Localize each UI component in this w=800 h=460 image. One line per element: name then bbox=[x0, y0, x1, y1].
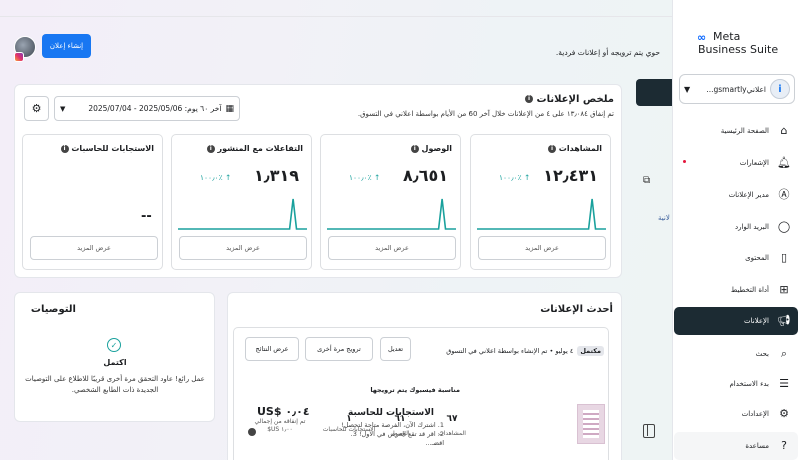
sidebar-item-getting-started[interactable]: بدء الاستخدام ☰ bbox=[674, 370, 798, 398]
view-results-button[interactable]: عرض النتائج bbox=[245, 337, 299, 361]
info-icon[interactable]: i bbox=[525, 95, 534, 103]
sparkline bbox=[477, 198, 606, 230]
home-icon: ⌂ bbox=[780, 124, 788, 137]
summary-title-row: ملخص الإعلانات i bbox=[525, 94, 614, 105]
metric-card-reach: الوصول i ٨٫٦٥١ ١٠٠٫٠٪ ↑ عرض المزيد bbox=[320, 134, 461, 270]
recent-ads-title: أحدث الإعلانات bbox=[540, 304, 613, 315]
edit-button[interactable]: تعديل bbox=[380, 337, 411, 361]
sidebar-item-planner[interactable]: أداة التخطيط ⊞ bbox=[674, 276, 798, 304]
metric-value: ٨٫٦٥١ bbox=[402, 166, 448, 185]
stat-label: الوصول bbox=[390, 430, 410, 437]
metric-change: ١٠٠٫٠٪ ↑ bbox=[349, 173, 381, 182]
brand-subtitle: Business Suite bbox=[698, 43, 779, 56]
account-switcher[interactable]: ▼ اعلانيgsmartly... i bbox=[679, 74, 795, 104]
date-range-picker[interactable]: ▼ آخر ٦٠ يوم: 2025/05/06 - 2025/07/04 ▦ bbox=[54, 96, 240, 121]
metric-card-calculator-responses: الاستجابات للحاسبات i -- عرض المزيد bbox=[22, 134, 163, 270]
info-icon[interactable]: i bbox=[206, 144, 215, 153]
sidebar-item-help[interactable]: مساعدة? bbox=[674, 432, 798, 460]
brand-logo[interactable]: Meta Business Suite bbox=[698, 30, 778, 56]
stat-value: ١ bbox=[346, 414, 352, 424]
metric-card-post-engagement: التفاعلات مع المنشور i ١٫٣١٩ ١٠٠٫٠٪ ↑ عر… bbox=[171, 134, 312, 270]
intro-text: حوي يتم ترويجه أو إعلانات فردية. bbox=[555, 48, 660, 57]
info-icon[interactable] bbox=[248, 428, 256, 436]
sparkline bbox=[327, 198, 456, 230]
inbox-icon: ◯ bbox=[777, 220, 791, 233]
metric-title: الاستجابات للحاسبات i bbox=[60, 144, 154, 153]
main-area: إنشاء إعلان حوي يتم ترويجه أو إعلانات فر… bbox=[0, 0, 672, 460]
sidebar-item-ads-manager[interactable]: مدير الإعلانات Ⓐ bbox=[674, 181, 798, 209]
stat-label: الاستجابات للحاسبات bbox=[322, 426, 376, 433]
recommendations-status: اكتمل bbox=[103, 358, 127, 367]
stat-label: المشاهدات bbox=[438, 430, 466, 437]
metric-title: المشاهدات i bbox=[548, 144, 602, 153]
sparkline-path bbox=[327, 198, 456, 230]
search-icon: ⌕ bbox=[780, 347, 788, 360]
stat-value: ٦٧ bbox=[446, 414, 458, 424]
account-avatar: i bbox=[770, 79, 790, 99]
ad-thumbnail[interactable] bbox=[577, 404, 605, 444]
megaphone-icon: 📢︎ bbox=[777, 314, 791, 327]
ad-status-row: مكتمل ٤ يوليو • تم الإنشاء بواسطة اعلاني… bbox=[418, 343, 604, 359]
checkmark-icon: ✓ bbox=[107, 338, 121, 352]
show-more-button[interactable]: عرض المزيد bbox=[30, 236, 158, 260]
show-more-button[interactable]: عرض المزيد bbox=[328, 236, 456, 260]
sliders-icon: ⚙ bbox=[31, 102, 42, 115]
ads-manager-icon: Ⓐ bbox=[778, 188, 790, 201]
date-range-value: آخر ٦٠ يوم: 2025/05/06 - 2025/07/04 bbox=[88, 104, 222, 113]
sidebar-item-search[interactable]: بحث ⌕ bbox=[674, 340, 798, 368]
sidebar-item-home[interactable]: الصفحة الرئيسية ⌂ bbox=[674, 117, 798, 145]
list-icon: ☰ bbox=[779, 377, 789, 390]
metric-change: ١٠٠٫٠٪ ↑ bbox=[200, 173, 232, 182]
boost-again-button[interactable]: ترويج مرة أخرى bbox=[305, 337, 373, 361]
sidebar-item-settings[interactable]: الإعدادات ⚙ bbox=[674, 400, 798, 428]
chevron-down-icon: ▼ bbox=[684, 84, 691, 94]
top-divider bbox=[0, 16, 672, 17]
sparkline-path bbox=[178, 198, 307, 230]
bell-icon: 🔔︎ bbox=[777, 156, 791, 169]
info-icon[interactable]: i bbox=[548, 144, 556, 153]
metric-title: الوصول i bbox=[410, 144, 452, 153]
metric-value: ١٢٫٤٣١ bbox=[543, 166, 598, 185]
status-badge: مكتمل bbox=[577, 346, 604, 356]
brand-title: Meta bbox=[713, 30, 741, 43]
summary-subtitle: تم إنفاق ١٣٫٠٨٤ على ٤ من الإعلانات خلال … bbox=[357, 110, 614, 118]
sidebar-item-ads[interactable]: الإعلانات 📢︎ bbox=[674, 307, 798, 335]
sidebar-item-inbox[interactable]: البريد الوارد ◯ bbox=[674, 213, 798, 241]
summary-title: ملخص الإعلانات bbox=[536, 94, 614, 105]
calendar-icon: ▦ bbox=[225, 103, 234, 114]
info-icon[interactable]: i bbox=[60, 144, 69, 153]
show-more-button[interactable]: عرض المزيد bbox=[478, 236, 606, 260]
sparkline-path bbox=[477, 198, 606, 230]
ad-spend-value: US$ ٠٫٠٤ bbox=[257, 405, 310, 418]
metric-card-impressions: المشاهدات i ١٢٫٤٣١ ١٠٠٫٠٪ ↑ عرض المزيد bbox=[470, 134, 611, 270]
metric-value: -- bbox=[141, 209, 152, 224]
metric-value: ١٫٣١٩ bbox=[253, 166, 299, 185]
metric-title: التفاعلات مع المنشور i bbox=[206, 144, 303, 153]
chevron-down-icon: ▼ bbox=[60, 104, 66, 113]
stat-value: ٦١ bbox=[394, 414, 406, 424]
instagram-icon bbox=[14, 52, 24, 62]
ad-type-label: مناسبة فيسبوك يتم ترويجها bbox=[370, 386, 460, 394]
gear-icon: ⚙ bbox=[779, 407, 789, 420]
account-name: اعلانيgsmartly... bbox=[706, 84, 766, 94]
dark-action-button[interactable] bbox=[636, 79, 672, 106]
sidebar-item-content[interactable]: المحتوى ▯ bbox=[674, 244, 798, 272]
content-icon: ▯ bbox=[780, 251, 788, 264]
side-panel-icon[interactable] bbox=[643, 424, 655, 438]
sidebar-item-notifications[interactable]: الإشعارات 🔔︎ bbox=[674, 149, 798, 177]
sparkline bbox=[178, 198, 307, 230]
planner-icon: ⊞ bbox=[779, 283, 789, 296]
metric-change: ١٠٠٫٠٪ ↑ bbox=[499, 173, 531, 182]
filter-button[interactable]: ⚙ bbox=[24, 96, 49, 121]
ad-spend-description: تم إنفاقه من إجمالي ١٫٠٠ US$ bbox=[254, 418, 306, 433]
recommendations-description: عمل رائع! عاود التحقق مرة أخرى قريبًا لل… bbox=[25, 375, 205, 394]
status-text: ٤ يوليو • تم الإنشاء بواسطة اعلاني في ال… bbox=[446, 347, 574, 355]
info-icon[interactable]: i bbox=[410, 144, 419, 153]
truncated-label: لانية bbox=[658, 214, 670, 222]
recommendations-title: التوصيات bbox=[30, 304, 76, 315]
help-icon: ? bbox=[781, 439, 787, 452]
show-more-button[interactable]: عرض المزيد bbox=[179, 236, 307, 260]
external-link-icon[interactable]: ⧉ bbox=[643, 175, 650, 186]
create-ad-button[interactable]: إنشاء إعلان bbox=[42, 34, 91, 58]
